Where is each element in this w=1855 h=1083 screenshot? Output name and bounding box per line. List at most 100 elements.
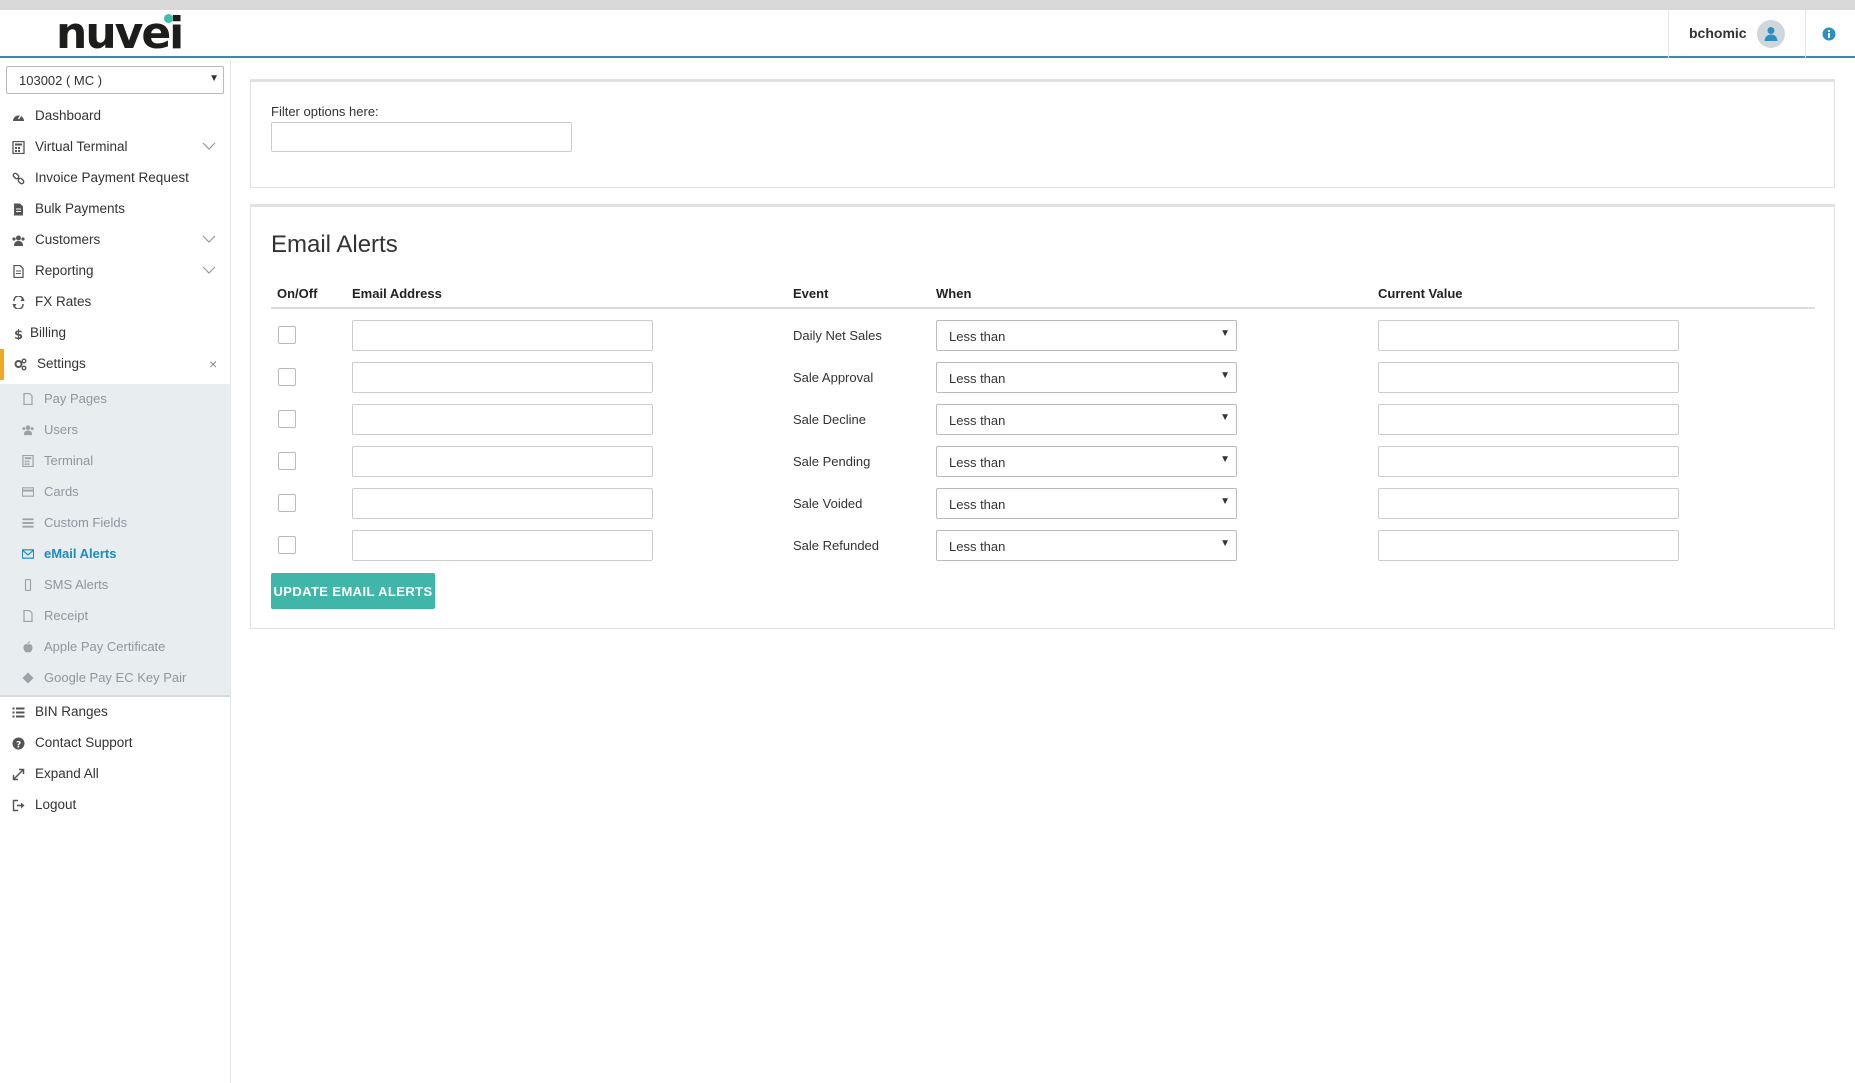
event-label: Sale Decline <box>793 412 866 427</box>
sub-item-label: Cards <box>44 484 79 499</box>
when-select[interactable]: Less than ▼ <box>936 404 1237 435</box>
report-icon <box>13 265 24 278</box>
table-row: Sale Approval Less than ▼ <box>251 357 1834 399</box>
calculator-icon <box>22 455 34 467</box>
sub-item-apple-pay-certificate[interactable]: Apple Pay Certificate <box>0 632 230 663</box>
alert-enabled-checkbox[interactable] <box>278 536 296 554</box>
column-header-email-address: Email Address <box>352 286 442 301</box>
email-address-input[interactable] <box>352 530 653 561</box>
caret-down-icon: ▼ <box>209 73 219 84</box>
event-label: Sale Approval <box>793 370 874 385</box>
settings-submenu: Pay Pages Users Terminal Cards Custom Fi… <box>0 384 230 697</box>
when-select-value: Less than <box>949 329 1006 344</box>
when-select[interactable]: Less than ▼ <box>936 488 1237 519</box>
update-email-alerts-button[interactable]: UPDATE EMAIL ALERTS <box>271 573 435 609</box>
logo-dot <box>164 14 173 23</box>
sidebar-item-dashboard[interactable]: Dashboard <box>0 101 230 132</box>
column-header-when: When <box>936 286 972 301</box>
sidebar-item-bin-ranges[interactable]: BIN Ranges <box>0 697 230 728</box>
caret-down-icon: ▼ <box>1220 496 1230 507</box>
sidebar-item-bulk-payments[interactable]: Bulk Payments <box>0 194 230 225</box>
email-address-input[interactable] <box>352 362 653 393</box>
exchange-icon <box>12 296 25 309</box>
column-header-current-value: Current Value <box>1378 286 1463 301</box>
sub-item-sms-alerts[interactable]: SMS Alerts <box>0 570 230 601</box>
email-address-input[interactable] <box>352 488 653 519</box>
chevron-down-icon[interactable] <box>202 266 216 275</box>
sidebar-item-label: Virtual Terminal <box>35 139 128 154</box>
filter-input[interactable] <box>271 122 572 152</box>
sub-item-pay-pages[interactable]: Pay Pages <box>0 384 230 415</box>
sub-item-custom-fields[interactable]: Custom Fields <box>0 508 230 539</box>
caret-down-icon: ▼ <box>1220 370 1230 381</box>
username-label[interactable]: bchomic <box>1689 25 1747 41</box>
close-icon[interactable]: × <box>209 356 217 372</box>
sidebar-item-label: Logout <box>35 797 77 812</box>
sub-item-users[interactable]: Users <box>0 415 230 446</box>
users-icon <box>22 425 34 436</box>
question-icon: ? <box>12 737 25 750</box>
sidebar-item-logout[interactable]: Logout <box>0 790 230 821</box>
alert-enabled-checkbox[interactable] <box>278 326 296 344</box>
current-value-input[interactable] <box>1378 404 1679 435</box>
when-select[interactable]: Less than ▼ <box>936 530 1237 561</box>
sidebar-item-label: FX Rates <box>35 294 92 309</box>
sub-item-cards[interactable]: Cards <box>0 477 230 508</box>
sidebar-item-label: Invoice Payment Request <box>35 170 189 185</box>
merchant-select-value: 103002 ( MC ) <box>19 73 103 88</box>
sub-item-label: Users <box>44 422 78 437</box>
sub-item-label: Receipt <box>44 608 89 623</box>
when-select-value: Less than <box>949 371 1006 386</box>
envelope-icon <box>22 549 34 559</box>
sidebar-item-billing[interactable]: $ Billing <box>0 318 230 349</box>
sidebar-item-label: Bulk Payments <box>35 201 126 216</box>
merchant-select[interactable]: 103002 ( MC ) ▼ <box>6 66 224 94</box>
sidebar-item-reporting[interactable]: Reporting <box>0 256 230 287</box>
current-value-input[interactable] <box>1378 488 1679 519</box>
table-row: Sale Refunded Less than ▼ <box>251 525 1834 567</box>
email-address-input[interactable] <box>352 404 653 435</box>
sidebar-item-invoice-payment-request[interactable]: Invoice Payment Request <box>0 163 230 194</box>
when-select[interactable]: Less than ▼ <box>936 362 1237 393</box>
email-address-input[interactable] <box>352 320 653 351</box>
sub-item-label: Terminal <box>44 453 94 468</box>
sidebar-item-expand-all[interactable]: Expand All <box>0 759 230 790</box>
event-label: Sale Refunded <box>793 538 880 553</box>
column-header-event: Event <box>793 286 829 301</box>
filter-panel: Filter options here: <box>250 79 1835 188</box>
alert-enabled-checkbox[interactable] <box>278 368 296 386</box>
browser-top-strip <box>0 0 1855 10</box>
sidebar-item-virtual-terminal[interactable]: Virtual Terminal <box>0 132 230 163</box>
column-header-on-off: On/Off <box>277 286 318 301</box>
current-value-input[interactable] <box>1378 320 1679 351</box>
current-value-input[interactable] <box>1378 362 1679 393</box>
info-icon[interactable] <box>1822 27 1836 41</box>
sidebar-item-customers[interactable]: Customers <box>0 225 230 256</box>
alert-enabled-checkbox[interactable] <box>278 452 296 470</box>
sub-item-label: Google Pay EC Key Pair <box>44 670 187 685</box>
cogs-icon <box>14 358 27 371</box>
sub-item-email-alerts[interactable]: eMail Alerts <box>0 539 230 570</box>
when-select[interactable]: Less than ▼ <box>936 320 1237 351</box>
alert-enabled-checkbox[interactable] <box>278 494 296 512</box>
alert-enabled-checkbox[interactable] <box>278 410 296 428</box>
user-icon[interactable] <box>1757 20 1785 48</box>
current-value-input[interactable] <box>1378 530 1679 561</box>
sub-item-label: SMS Alerts <box>44 577 109 592</box>
email-address-input[interactable] <box>352 446 653 477</box>
table-row: Sale Decline Less than ▼ <box>251 399 1834 441</box>
sidebar-item-settings[interactable]: Settings × <box>0 349 230 380</box>
sub-item-terminal[interactable]: Terminal <box>0 446 230 477</box>
sub-item-label: Apple Pay Certificate <box>44 639 166 654</box>
chevron-down-icon[interactable] <box>202 235 216 244</box>
chevron-down-icon[interactable] <box>202 142 216 151</box>
sidebar-item-contact-support[interactable]: ? Contact Support <box>0 728 230 759</box>
sub-item-google-pay-ec-key-pair[interactable]: Google Pay EC Key Pair <box>0 663 230 694</box>
link-icon <box>12 172 25 185</box>
sub-item-receipt[interactable]: Receipt <box>0 601 230 632</box>
user-menu[interactable]: bchomic <box>1668 10 1806 58</box>
current-value-input[interactable] <box>1378 446 1679 477</box>
when-select[interactable]: Less than ▼ <box>936 446 1237 477</box>
sidebar-item-fx-rates[interactable]: FX Rates <box>0 287 230 318</box>
caret-down-icon: ▼ <box>1220 454 1230 465</box>
